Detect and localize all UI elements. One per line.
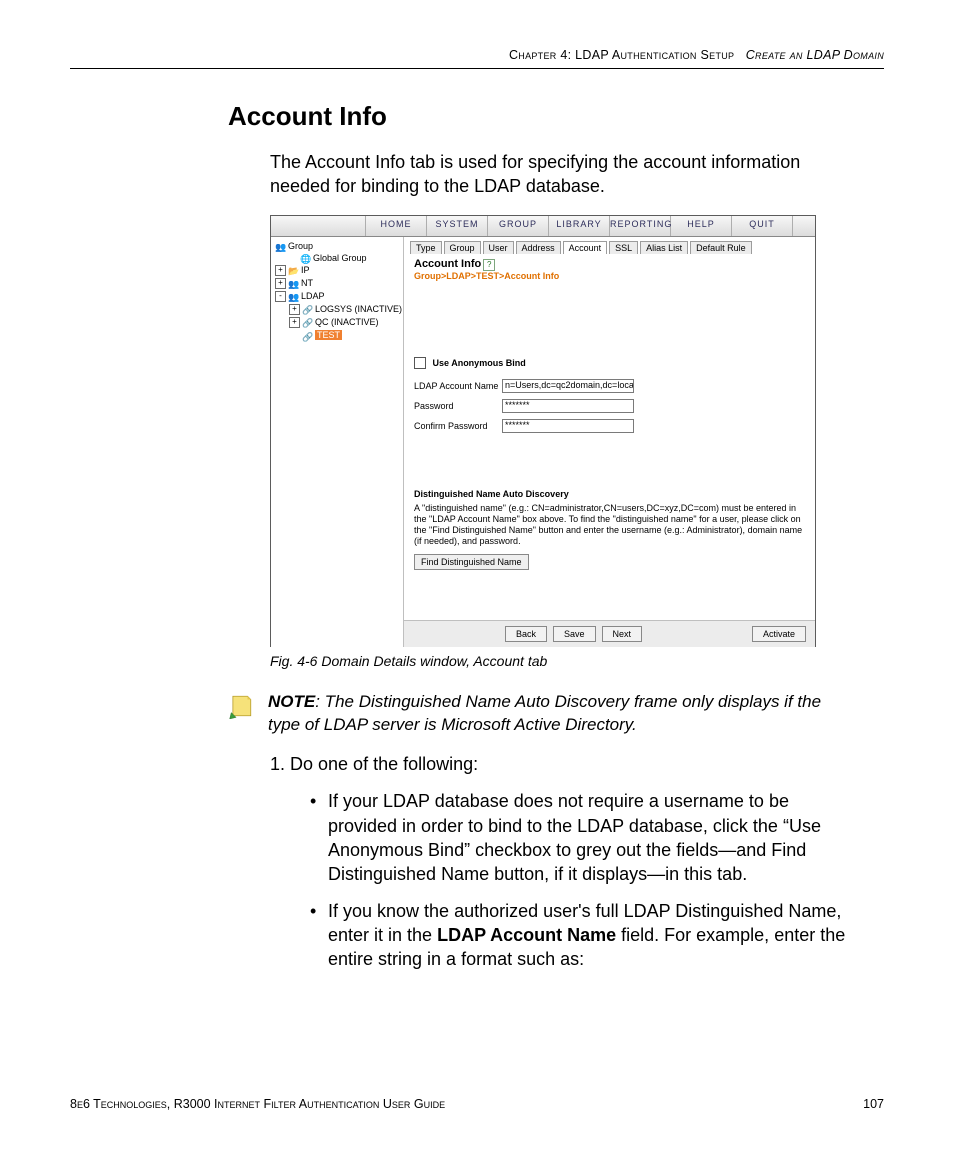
discovery-text: A "distinguished name" (e.g.: CN=adminis… (414, 503, 805, 548)
help-icon[interactable]: ? (483, 259, 495, 271)
account-name-field[interactable]: n=Users,dc=qc2domain,dc=local (502, 379, 634, 393)
tree-item-label: NT (301, 278, 313, 288)
menu-help[interactable]: HELP (671, 216, 732, 236)
tree-node-icon: 🔗 (302, 305, 313, 314)
password-label: Password (414, 401, 502, 411)
tree-item-label: TEST (315, 330, 342, 340)
note-text: NOTE: The Distinguished Name Auto Discov… (268, 691, 848, 737)
page-running-header: Chapter 4: LDAP Authentication Setup Cre… (70, 48, 884, 69)
tree-item[interactable]: +🔗QC (INACTIVE) (273, 316, 401, 329)
confirm-password-field[interactable]: ******* (502, 419, 634, 433)
tree-root[interactable]: 👥Group (273, 240, 401, 252)
tree-item-label: LOGSYS (INACTIVE) (315, 304, 402, 314)
bullet-list: If your LDAP database does not require a… (310, 789, 850, 971)
tab-account[interactable]: Account (563, 241, 608, 254)
breadcrumb: Group>LDAP>TEST>Account Info (414, 271, 805, 281)
tree-expander-icon[interactable]: + (275, 278, 286, 289)
discovery-title: Distinguished Name Auto Discovery (414, 489, 805, 499)
menu-system[interactable]: SYSTEM (427, 216, 488, 236)
menu-home[interactable]: HOME (366, 216, 427, 236)
figure-caption: Fig. 4-6 Domain Details window, Account … (270, 653, 884, 669)
note-icon (228, 693, 254, 719)
tree-item[interactable]: +📂IP (273, 264, 401, 277)
tree-expander-icon[interactable]: + (289, 304, 300, 315)
bullet2-bold: LDAP Account Name (437, 925, 616, 945)
footer-left: 8e6 Technologies, R3000 Internet Filter … (70, 1097, 445, 1111)
activate-button[interactable]: Activate (752, 626, 806, 642)
intro-paragraph: The Account Info tab is used for specify… (270, 150, 830, 199)
tree-node-icon: 👥 (288, 279, 299, 288)
tab-user[interactable]: User (483, 241, 514, 254)
tab-type[interactable]: Type (410, 241, 442, 254)
footer-page-number: 107 (863, 1097, 884, 1111)
tree-expander-icon[interactable]: + (275, 265, 286, 276)
tab-alias-list[interactable]: Alias List (640, 241, 688, 254)
tree-expander-icon[interactable]: + (289, 317, 300, 328)
save-button[interactable]: Save (553, 626, 596, 642)
tree-item-label: QC (INACTIVE) (315, 317, 379, 327)
tab-ssl[interactable]: SSL (609, 241, 638, 254)
header-section: Create an LDAP Domain (746, 48, 884, 62)
tree-node-icon: 🔗 (302, 318, 313, 327)
button-bar: Back Save Next Activate (404, 620, 815, 647)
next-button[interactable]: Next (602, 626, 643, 642)
tab-strip: TypeGroupUserAddressAccountSSLAlias List… (404, 237, 815, 254)
tab-address[interactable]: Address (516, 241, 561, 254)
anonymous-bind-label: Use Anonymous Bind (433, 358, 526, 368)
account-name-label: LDAP Account Name (414, 381, 502, 391)
menu-quit[interactable]: QUIT (732, 216, 793, 236)
tree-item-label: Global Group (313, 253, 367, 263)
section-title: Account Info (228, 101, 884, 132)
tree-item[interactable]: +🔗LOGSYS (INACTIVE) (273, 303, 401, 316)
content-pane: TypeGroupUserAddressAccountSSLAlias List… (404, 237, 815, 647)
menu-group[interactable]: GROUP (488, 216, 549, 236)
app-menubar: HOME SYSTEM GROUP LIBRARY REPORTING HELP… (271, 216, 815, 237)
anonymous-bind-checkbox[interactable] (414, 357, 426, 369)
tree-item[interactable]: 🔗TEST (273, 329, 401, 341)
tree-root-label: Group (288, 241, 313, 251)
nav-tree[interactable]: 👥Group 🌐Global Group+📂IP+👥NT-👥LDAP+🔗LOGS… (271, 237, 404, 647)
tab-group[interactable]: Group (444, 241, 481, 254)
tree-node-icon: 👥 (288, 292, 299, 301)
tree-item-label: IP (301, 265, 310, 275)
bullet-anonymous-bind: If your LDAP database does not require a… (310, 789, 850, 886)
panel-title: Account Info (414, 258, 481, 270)
note-body: : The Distinguished Name Auto Discovery … (268, 692, 821, 734)
menubar-tail (793, 216, 815, 236)
menu-library[interactable]: LIBRARY (549, 216, 610, 236)
menubar-spacer (271, 216, 366, 236)
password-field[interactable]: ******* (502, 399, 634, 413)
page-footer: 8e6 Technologies, R3000 Internet Filter … (70, 1097, 884, 1111)
tab-default-rule[interactable]: Default Rule (690, 241, 752, 254)
tree-item[interactable]: +👥NT (273, 277, 401, 290)
confirm-password-label: Confirm Password (414, 421, 502, 431)
bullet-account-name: If you know the authorized user's full L… (310, 899, 850, 972)
tree-item[interactable]: 🌐Global Group (273, 252, 401, 264)
menu-reporting[interactable]: REPORTING (610, 216, 671, 236)
tree-expander-icon[interactable]: - (275, 291, 286, 302)
back-button[interactable]: Back (505, 626, 547, 642)
header-chapter: Chapter 4: LDAP Authentication Setup (509, 48, 734, 62)
tree-node-icon: 🔗 (302, 332, 313, 341)
tree-item-label: LDAP (301, 291, 325, 301)
tree-node-icon: 🌐 (300, 254, 311, 263)
tree-node-icon: 📂 (288, 266, 299, 275)
app-screenshot: HOME SYSTEM GROUP LIBRARY REPORTING HELP… (270, 215, 816, 647)
find-distinguished-name-button[interactable]: Find Distinguished Name (414, 554, 529, 570)
tree-item[interactable]: -👥LDAP (273, 290, 401, 303)
note-label: NOTE (268, 692, 315, 711)
group-icon: 👥 (275, 242, 286, 251)
step-1: 1. Do one of the following: (270, 754, 884, 775)
